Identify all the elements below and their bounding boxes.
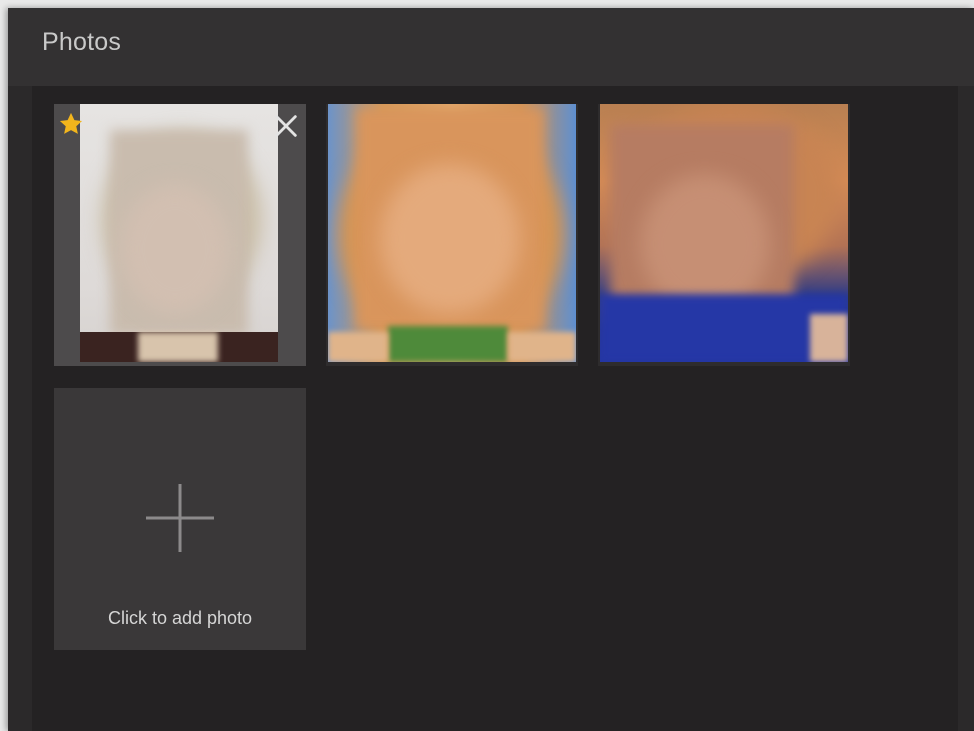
add-photo-label: Click to add photo bbox=[107, 608, 253, 628]
photo-thumbnail bbox=[80, 104, 278, 362]
photo-tile-2[interactable] bbox=[326, 104, 578, 366]
photo-tile-3[interactable] bbox=[598, 104, 850, 366]
plus-icon bbox=[146, 484, 214, 552]
photo-thumbnail bbox=[328, 104, 576, 362]
add-photo-button[interactable]: Click to add photo bbox=[54, 388, 306, 650]
panel-header: Photos bbox=[8, 8, 974, 86]
panel-title: Photos bbox=[42, 28, 122, 56]
star-icon bbox=[59, 112, 83, 134]
photos-panel: Photos Click to add photo bbox=[8, 8, 974, 731]
close-icon[interactable] bbox=[272, 112, 300, 140]
photo-tile-1[interactable] bbox=[54, 104, 306, 366]
photo-grid: Click to add photo bbox=[32, 86, 958, 731]
photo-thumbnail bbox=[600, 104, 848, 362]
